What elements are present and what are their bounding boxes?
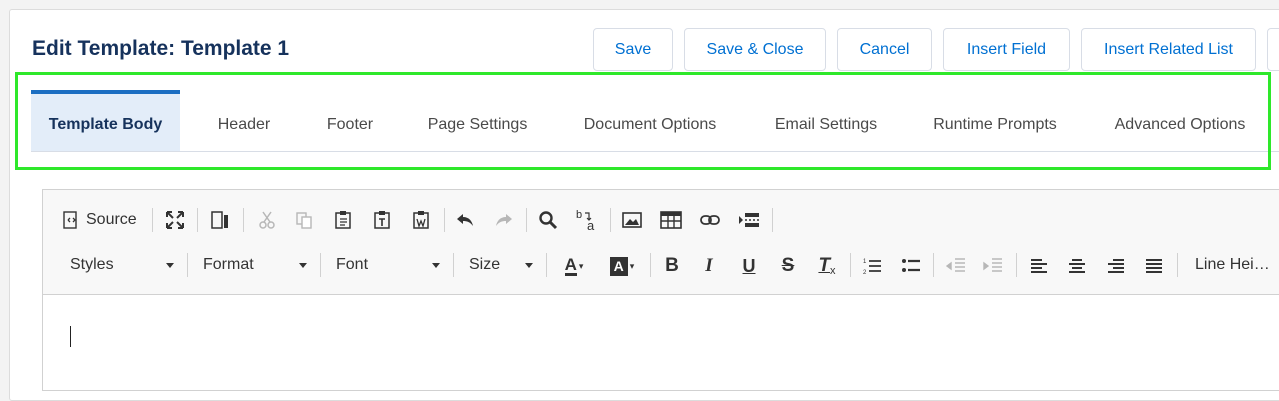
svg-text:2: 2 <box>863 270 867 276</box>
size-combo[interactable]: Size <box>469 252 500 278</box>
image-icon[interactable] <box>620 208 644 232</box>
chevron-down-icon <box>525 263 533 268</box>
paste-text-icon[interactable] <box>370 208 394 232</box>
styles-combo-label: Styles <box>70 256 114 273</box>
format-combo[interactable]: Format <box>203 252 254 278</box>
toolbar-separator <box>546 253 547 277</box>
insert-related-list-button[interactable]: Insert Related List <box>1081 28 1256 71</box>
save-button[interactable]: Save <box>593 28 673 71</box>
text-cursor <box>70 326 71 347</box>
toolbar-separator <box>850 253 851 277</box>
toolbar-separator <box>187 253 188 277</box>
styles-combo[interactable]: Styles <box>70 252 114 278</box>
increase-indent-icon[interactable] <box>981 253 1005 279</box>
chevron-down-icon: ▾ <box>578 260 584 271</box>
background-color-button[interactable]: A ▾ <box>605 253 639 279</box>
toolbar-separator <box>320 253 321 277</box>
toolbar-separator <box>152 208 153 232</box>
maximize-icon[interactable] <box>163 208 187 232</box>
numbered-list-icon[interactable]: 12 <box>860 253 884 279</box>
toolbar-separator <box>453 253 454 277</box>
font-combo-label: Font <box>336 256 369 273</box>
source-button[interactable]: Source <box>62 208 137 232</box>
remove-format-label: T <box>818 255 831 276</box>
show-blocks-icon[interactable] <box>208 208 232 232</box>
undo-icon[interactable] <box>453 208 477 232</box>
toolbar-separator <box>650 253 651 277</box>
replace-icon[interactable]: ba <box>574 207 600 233</box>
cut-icon[interactable] <box>255 208 279 232</box>
toolbar-separator <box>526 208 527 232</box>
align-center-icon[interactable] <box>1065 253 1089 279</box>
format-combo-label: Format <box>203 256 254 273</box>
align-left-icon[interactable] <box>1027 253 1051 279</box>
save-close-button[interactable]: Save & Close <box>684 28 826 71</box>
underline-icon[interactable]: U <box>737 253 761 279</box>
editor-toolbar <box>43 190 1279 295</box>
copy-icon[interactable] <box>292 208 316 232</box>
size-combo-label: Size <box>469 256 501 273</box>
toolbar-separator <box>197 208 198 232</box>
decrease-indent-icon[interactable] <box>944 253 968 279</box>
source-label: Source <box>86 211 137 228</box>
line-height-combo[interactable]: Line Hei… <box>1195 252 1270 278</box>
chevron-down-icon <box>432 263 440 268</box>
svg-text:b: b <box>576 209 582 221</box>
page-title: Edit Template: Template 1 <box>32 37 290 60</box>
chevron-down-icon <box>299 263 307 268</box>
remove-format-sub: x <box>830 265 836 277</box>
italic-icon[interactable]: I <box>697 253 721 279</box>
source-icon <box>63 211 77 229</box>
chevron-down-icon: ▾ <box>629 260 635 271</box>
page-break-icon[interactable] <box>737 208 761 232</box>
align-right-icon[interactable] <box>1104 253 1128 279</box>
find-icon[interactable] <box>536 208 560 232</box>
svg-text:a: a <box>587 218 595 232</box>
insert-field-button[interactable]: Insert Field <box>943 28 1070 71</box>
background-color-icon: A <box>609 256 628 276</box>
link-icon[interactable] <box>698 208 722 232</box>
cancel-button[interactable]: Cancel <box>837 28 932 71</box>
remove-format-icon[interactable]: Tx <box>813 253 841 279</box>
justify-icon[interactable] <box>1142 253 1166 279</box>
redo-icon[interactable] <box>492 208 516 232</box>
table-icon[interactable] <box>659 208 683 232</box>
text-color-icon: A <box>564 255 577 276</box>
toolbar-separator <box>933 253 934 277</box>
toolbar-separator <box>1177 253 1178 277</box>
toolbar-separator <box>772 208 773 232</box>
more-button[interactable] <box>1267 28 1279 71</box>
line-height-combo-label: Line Hei… <box>1195 256 1270 273</box>
chevron-down-icon <box>166 263 174 268</box>
toolbar-separator <box>610 208 611 232</box>
paste-word-icon[interactable] <box>409 208 433 232</box>
text-color-button[interactable]: A ▾ <box>558 253 590 279</box>
paste-icon[interactable] <box>331 208 355 232</box>
strikethrough-icon[interactable]: S <box>776 253 800 279</box>
toolbar-separator <box>1016 253 1017 277</box>
highlight-box <box>15 72 1271 170</box>
toolbar-separator <box>444 208 445 232</box>
font-combo[interactable]: Font <box>336 252 368 278</box>
bulleted-list-icon[interactable] <box>899 253 923 279</box>
toolbar-separator <box>243 208 244 232</box>
svg-text:1: 1 <box>863 259 867 265</box>
bold-icon[interactable]: B <box>660 253 684 279</box>
